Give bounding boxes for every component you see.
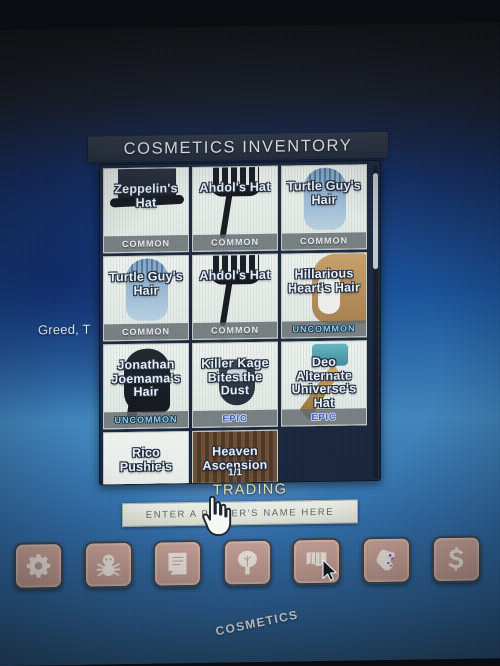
inventory-item-tile[interactable]: Deo Alternate Universe's Hat EPIC [281,340,367,427]
inventory-title-bar: COSMETICS INVENTORY [88,131,388,163]
inventory-item-tile[interactable]: Ahdol's Hat COMMON [192,253,278,340]
inventory-scrollbar-thumb[interactable] [373,173,378,270]
cosmetics-caption: COSMETICS [214,607,300,639]
inventory-panel[interactable]: Zeppelin's Hat COMMON Ahdol's Hat COMMON Tur… [99,160,381,486]
item-rarity-label: COMMON [300,235,348,247]
item-name: Deo Alternate Universe's Hat [291,354,357,410]
dollar-icon [443,546,470,573]
flag-icon [303,548,330,575]
item-rarity-badge: UNCOMMON [282,320,366,338]
toolbar-button-quests[interactable] [153,539,202,588]
item-name: Jonathan Joemama's Hair [111,357,181,399]
toolbar-button-settings[interactable] [14,542,63,590]
inventory-item-tile[interactable]: Heaven Ascension 1/1 [192,429,278,486]
inventory-item-tile[interactable]: Turtle Guy's Hair COMMON [281,164,367,251]
item-rarity-badge: EPIC [193,409,277,427]
item-name: Hillarious Heart's Hair [287,266,361,295]
item-rarity-badge: COMMON [282,232,366,250]
inventory-grid: Zeppelin's Hat COMMON Ahdol's Hat COMMON Tur… [103,164,371,486]
game-screen: Greed, T COSMETICS INVENTORY Zeppelin's … [0,22,500,666]
item-rarity-badge: COMMON [104,235,188,253]
scroll-icon [164,550,191,577]
item-name: Rico Pushie's [119,445,173,474]
inventory-item-tile[interactable]: Rico Pushie's [103,431,189,486]
gear-icon [25,552,52,579]
trading-heading: TRADING [212,481,288,499]
spider-icon [95,551,122,578]
world-nearby-text: Greed, T [38,321,91,338]
map-icon [373,547,400,574]
toolbar-button-banner[interactable] [292,537,341,586]
inventory-item-tile[interactable]: Hillarious Heart's Hair UNCOMMON [281,252,367,339]
toolbar-button-map[interactable] [362,536,411,585]
toolbar-button-shop[interactable] [432,535,481,584]
page-title: COSMETICS INVENTORY [123,135,353,158]
item-rarity-badge: COMMON [193,233,277,251]
player-name-placeholder: ENTER A PLAYER'S NAME HERE [145,506,335,521]
inventory-item-tile[interactable]: Ahdol's Hat COMMON [192,165,278,252]
tree-icon [234,549,261,576]
inventory-item-tile[interactable]: Zeppelin's Hat COMMON [103,167,189,254]
bottom-toolbar [0,529,500,599]
item-name: Turtle Guy's Hair [109,269,183,298]
player-name-input[interactable]: ENTER A PLAYER'S NAME HERE [122,499,358,528]
item-rarity-label: EPIC [222,413,248,424]
item-rarity-badge: COMMON [193,321,277,339]
item-rarity-badge: COMMON [104,323,188,341]
inventory-item-tile[interactable]: Jonathan Joemama's Hair UNCOMMON [103,343,189,430]
item-rarity-label: UNCOMMON [114,414,178,426]
item-rarity-label: COMMON [122,326,170,338]
inventory-scrollbar-track[interactable] [373,165,378,479]
item-rarity-label: UNCOMMON [292,323,356,335]
toolbar-button-skills[interactable] [223,538,272,587]
toolbar-button-creatures[interactable] [84,540,133,589]
item-name: Turtle Guy's Hair [287,178,361,207]
item-rarity-badge: EPIC [282,408,366,426]
inventory-item-tile[interactable]: Killer Kage Bites the Dust EPIC [192,341,278,428]
inventory-item-tile[interactable]: Turtle Guy's Hair COMMON [103,255,189,342]
item-rarity-label: COMMON [122,238,170,250]
item-name: Ahdol's Hat [199,267,271,283]
item-rarity-label: COMMON [211,324,259,336]
item-count: 1/1 [228,467,242,479]
item-name: Killer Kage Bites the Dust [201,355,269,398]
item-name: Ahdol's Hat [199,179,271,195]
item-rarity-label: COMMON [211,236,259,248]
item-rarity-label: EPIC [311,411,337,423]
item-name: Zeppelin's Hat [114,181,178,210]
item-rarity-badge: UNCOMMON [104,411,188,429]
